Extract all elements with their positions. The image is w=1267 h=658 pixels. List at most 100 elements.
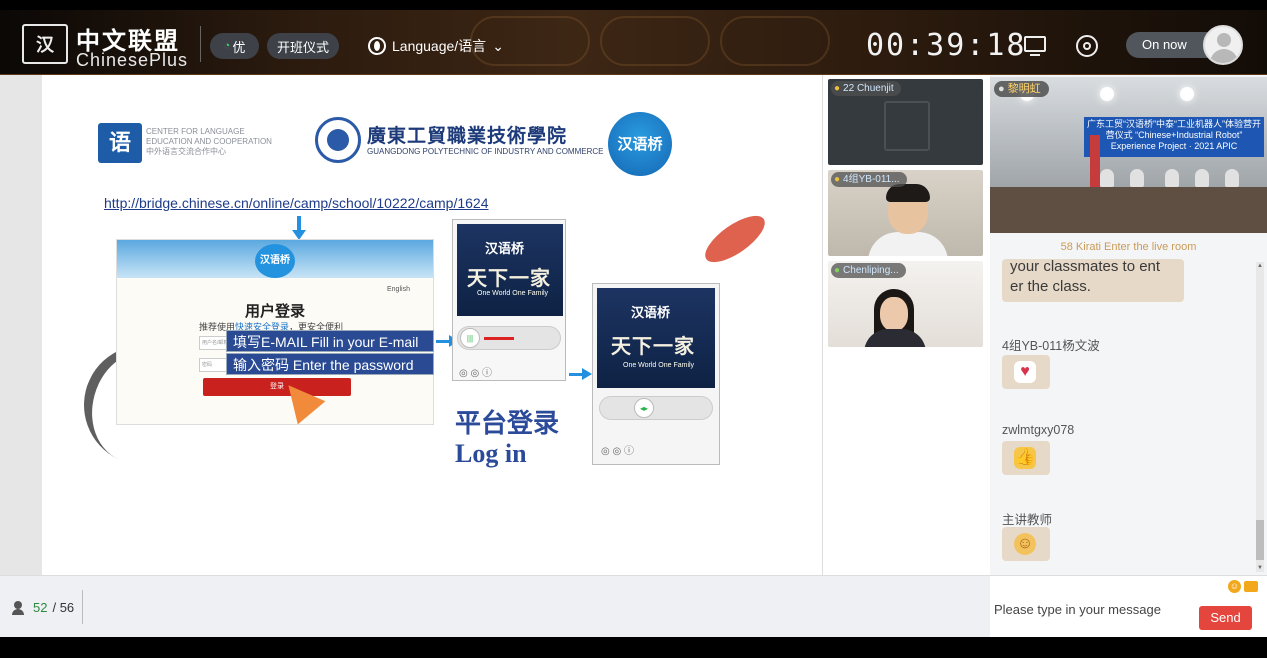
presentation-slide: 语 CENTER FOR LANGUAGE EDUCATION AND COOP… [42, 75, 822, 575]
person-figure [868, 232, 948, 256]
app-header: 汉 中文联盟 ChinesePlus ◔ 优 开班仪式 Language/语言 … [0, 10, 1267, 75]
clec-logo-text: CENTER FOR LANGUAGE EDUCATION AND COOPER… [146, 127, 272, 156]
ceremony-label: 开班仪式 [276, 39, 329, 55]
attendee-figure [1165, 169, 1179, 187]
chat-bubble: your classmates to ent er the class. [1002, 259, 1184, 302]
scroll-thumb[interactable] [1256, 520, 1264, 560]
password-callout: 输入密码 Enter the password [226, 353, 434, 375]
chat-bubble-text: your classmates to ent er the class. [1010, 259, 1161, 295]
join-notice: 58 Kirati Enter the live room [1060, 241, 1197, 253]
emoji-icon[interactable]: ☺ [1228, 580, 1241, 593]
poster-subtitle: One World One Family [477, 290, 549, 297]
video-name-tag: ● 4组YB-011... [831, 172, 907, 187]
signal-icon: ◔ [223, 40, 231, 52]
placeholder-logo-icon [884, 101, 930, 151]
right-panel: 广东工贸“汉语桥”中泰“工业机器人”体验营开营仪式 “Chinese+Indus… [990, 75, 1267, 575]
message-input[interactable] [994, 598, 1194, 620]
captcha-icons: ◎ ◎ ⓘ [459, 368, 493, 379]
logo-divider [200, 26, 201, 62]
college-name-en: GUANGDONG POLYTECHNIC OF INDUSTRY AND CO… [367, 147, 604, 156]
attendee-figure [1195, 169, 1209, 187]
scroll-down-icon[interactable]: ▼ [1256, 564, 1264, 572]
participant-video-column: ● 22 Chuenjit ● 4组YB-011... ● Chenliping... [822, 75, 990, 575]
network-speed-icon[interactable] [1075, 35, 1099, 57]
mic-icon: ● [834, 265, 841, 276]
captcha-icons: ◎ ◎ ⓘ [601, 446, 635, 457]
language-selector[interactable]: Language/语言 ⌄ [368, 36, 504, 56]
platform-login-en: Log in [455, 439, 527, 468]
poster-logo: 汉语桥 [631, 306, 671, 321]
chat-sticker-bubble: ☺ [1002, 527, 1050, 561]
decor-swirl [720, 16, 830, 66]
globe-icon [368, 37, 386, 55]
video-tile[interactable]: ● 4组YB-011... [828, 170, 983, 256]
attendee-figure [1225, 169, 1239, 187]
email-callout: 填写E-MAIL Fill in your E-mail [226, 330, 434, 352]
poster-title: 天下一家 [467, 266, 551, 290]
language-label: Language/语言 [392, 38, 487, 54]
host-name-tag: ● 黎明虹 [994, 81, 1049, 97]
chat-sender: 4组YB-011杨文波 [1002, 339, 1100, 353]
ceiling-light [1180, 87, 1194, 101]
video-name: 4组YB-011... [843, 174, 900, 185]
arrow-down-icon [292, 216, 306, 240]
poster-logo: 汉语桥 [485, 242, 525, 257]
mic-icon: ● [834, 83, 841, 94]
slider-knob-icon: ◂▸ [634, 398, 654, 418]
network-quality-button[interactable]: ◔ 优 [210, 33, 259, 59]
logo-english-text: ChinesePlus [76, 50, 189, 70]
user-avatar[interactable] [1203, 25, 1243, 65]
captcha-screenshot-1: 汉语桥 天下一家 One World One Family ||| ◎ ◎ ⓘ [452, 219, 566, 381]
mic-icon: ● [998, 83, 1005, 95]
captcha-slider: ◂▸ [599, 396, 713, 420]
folder-icon[interactable] [1244, 581, 1258, 592]
attendee-figure [1130, 169, 1144, 187]
arrow-right-icon [569, 368, 592, 380]
venue-banner-text: 广东工贸“汉语桥”中泰“工业机器人”体验营开营仪式 “Chinese+Indus… [1087, 119, 1261, 151]
video-name-tag: ● Chenliping... [831, 263, 906, 278]
slide-url: http://bridge.chinese.cn/online/camp/sch… [104, 195, 489, 211]
chat-composer: ☺ Send [990, 575, 1267, 637]
attendee-current: 52 [33, 600, 48, 615]
attendee-count[interactable]: 52 / 56 [12, 600, 74, 615]
video-name: 22 Chuenjit [843, 83, 894, 94]
person-face [880, 297, 908, 331]
meeting-desk [990, 187, 1267, 233]
logo-seal-icon: 汉 [22, 24, 68, 64]
send-button[interactable]: Send [1199, 606, 1252, 630]
chat-sticker-bubble: 👍 [1002, 441, 1050, 475]
mic-icon: ● [834, 174, 841, 185]
network-quality-label: 优 [232, 39, 246, 55]
poster-image: 汉语桥 天下一家 One World One Family [597, 288, 715, 388]
chevron-down-icon: ⌄ [492, 37, 504, 54]
chat-scrollbar[interactable]: ▲ ▼ [1256, 262, 1264, 572]
login-logo: 汉语桥 [255, 244, 295, 278]
host-video[interactable]: 广东工贸“汉语桥”中泰“工业机器人”体验营开营仪式 “Chinese+Indus… [990, 77, 1267, 233]
screen-share-icon[interactable] [1023, 35, 1047, 57]
attendee-total: / 56 [52, 600, 75, 615]
thumbs-up-sticker-icon: 👍 [1014, 447, 1036, 469]
decor-swirl [600, 16, 710, 66]
flag-decor [1090, 135, 1100, 195]
slider-arrow-icon [484, 337, 514, 340]
class-timer: 00:39:18 [866, 28, 1027, 63]
chat-sender: zwlmtgxy078 [1002, 423, 1075, 437]
college-name-cn: 廣東工貿職業技術學院 [367, 125, 568, 147]
host-name: 黎明虹 [1007, 83, 1041, 95]
video-tile[interactable]: ● 22 Chuenjit [828, 79, 983, 165]
hearts-sticker-icon: ♥ [1014, 361, 1036, 383]
slider-knob-icon: ||| [460, 328, 480, 348]
platform-login-cn: 平台登录 [455, 409, 560, 439]
bottom-black-strip [0, 637, 1267, 658]
captcha-slider: ||| [457, 326, 561, 350]
video-tile[interactable]: ● Chenliping... [828, 261, 983, 347]
captcha-screenshot-2: 汉语桥 天下一家 One World One Family ◂▸ ◎ ◎ ⓘ [592, 283, 720, 465]
poster-image: 汉语桥 天下一家 One World One Family [457, 224, 563, 316]
bottom-divider [82, 590, 83, 624]
poster-title: 天下一家 [611, 334, 695, 358]
koi-fish-decor [698, 207, 772, 271]
ceremony-button[interactable]: 开班仪式 [267, 33, 339, 59]
scroll-up-icon[interactable]: ▲ [1256, 262, 1264, 270]
chat-sender: 主讲教师 [1002, 513, 1053, 527]
arrow-right-icon [436, 335, 459, 347]
